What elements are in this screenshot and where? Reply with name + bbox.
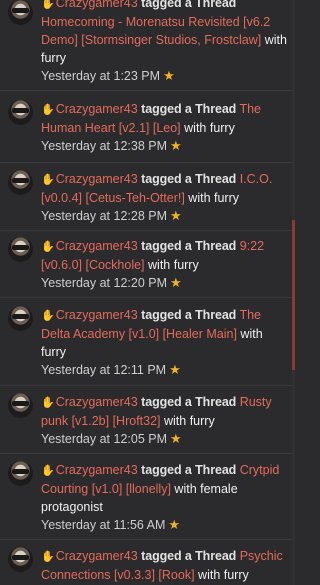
item-text: ✋Crazygamer43 tagged a Thread The Human …: [41, 100, 288, 137]
user-badge-icon: ✋: [41, 465, 55, 477]
user-badge-icon: ✋: [41, 104, 55, 116]
action-text: tagged a Thread: [141, 463, 237, 477]
timestamp[interactable]: Yesterday at 12:20 PM: [41, 276, 167, 290]
avatar[interactable]: [8, 547, 33, 572]
avatar[interactable]: [8, 100, 33, 125]
username-link[interactable]: Crazygamer43: [56, 395, 138, 409]
item-text: ✋Crazygamer43 tagged a Thread 9:22 [v0.6…: [41, 237, 288, 274]
action-text: tagged a Thread: [141, 239, 237, 253]
username-link[interactable]: Crazygamer43: [56, 549, 138, 563]
tag-text: with furry: [188, 191, 239, 205]
list-item: ✋Crazygamer43 tagged a Thread Rusty punk…: [0, 393, 292, 448]
timestamp[interactable]: Yesterday at 12:38 PM: [41, 139, 167, 153]
divider: [0, 230, 292, 231]
thread-link[interactable]: Homecoming - Morenatsu Revisited [v6.2 D…: [41, 15, 270, 47]
timestamp[interactable]: Yesterday at 12:11 PM: [41, 363, 166, 377]
divider: [0, 297, 292, 298]
user-badge-icon: ✋: [41, 174, 55, 186]
timestamp-row: Yesterday at 12:28 PM ★: [41, 207, 288, 225]
username-link[interactable]: Crazygamer43: [56, 308, 138, 322]
list-item: ✋Crazygamer43 tagged a Thread Homecoming…: [0, 0, 292, 85]
tag-text: with furry: [184, 121, 235, 135]
avatar[interactable]: [8, 461, 33, 486]
user-badge-icon: ✋: [41, 551, 55, 563]
item-text: ✋Crazygamer43 tagged a Thread Psychic Co…: [41, 547, 288, 584]
avatar[interactable]: [8, 237, 33, 262]
timestamp[interactable]: Yesterday at 11:56 AM: [41, 518, 165, 532]
star-icon[interactable]: ★: [163, 68, 175, 83]
star-icon[interactable]: ★: [170, 275, 182, 290]
username-link[interactable]: Crazygamer43: [56, 0, 138, 10]
divider: [0, 90, 292, 91]
activity-feed: ✋Crazygamer43 tagged a Thread Homecoming…: [0, 0, 292, 585]
item-text: ✋Crazygamer43 tagged a Thread Rusty punk…: [41, 393, 288, 430]
action-text: tagged a Thread: [141, 172, 237, 186]
item-text: ✋Crazygamer43 tagged a Thread Homecoming…: [41, 0, 288, 67]
list-item: ✋Crazygamer43 tagged a Thread The Delta …: [0, 306, 292, 379]
action-text: tagged a Thread: [141, 0, 237, 10]
timestamp-row: Yesterday at 12:20 PM ★: [41, 274, 288, 292]
avatar[interactable]: [8, 306, 33, 331]
timestamp[interactable]: Yesterday at 12:05 PM: [41, 432, 167, 446]
list-item: ✋Crazygamer43 tagged a Thread I.C.O. [v0…: [0, 170, 292, 225]
scrollbar-thumb[interactable]: [292, 220, 295, 370]
divider: [0, 162, 292, 163]
list-item: ✋Crazygamer43 tagged a Thread 9:22 [v0.6…: [0, 237, 292, 292]
username-link[interactable]: Crazygamer43: [56, 239, 138, 253]
username-link[interactable]: Crazygamer43: [56, 463, 138, 477]
avatar[interactable]: [8, 393, 33, 418]
avatar[interactable]: [8, 170, 33, 195]
item-text: ✋Crazygamer43 tagged a Thread The Delta …: [41, 306, 288, 361]
divider: [0, 453, 292, 454]
user-badge-icon: ✋: [41, 241, 55, 253]
list-item: ✋Crazygamer43 tagged a Thread Psychic Co…: [0, 547, 292, 584]
star-icon[interactable]: ★: [169, 362, 181, 377]
timestamp[interactable]: Yesterday at 12:28 PM: [41, 209, 167, 223]
item-text: ✋Crazygamer43 tagged a Thread Crytpid Co…: [41, 461, 288, 516]
star-icon[interactable]: ★: [170, 208, 182, 223]
timestamp-row: Yesterday at 12:05 PM ★: [41, 430, 288, 448]
star-icon[interactable]: ★: [170, 431, 182, 446]
list-item: ✋Crazygamer43 tagged a Thread The Human …: [0, 100, 292, 155]
timestamp-row: Yesterday at 1:23 PM ★: [41, 67, 288, 85]
tag-text: with furry: [198, 568, 249, 582]
timestamp[interactable]: Yesterday at 1:23 PM: [41, 69, 160, 83]
tag-text: with furry: [148, 258, 199, 272]
timestamp-row: Yesterday at 11:56 AM ★: [41, 516, 288, 534]
item-text: ✋Crazygamer43 tagged a Thread I.C.O. [v0…: [41, 170, 288, 207]
user-badge-icon: ✋: [41, 397, 55, 409]
action-text: tagged a Thread: [141, 308, 237, 322]
action-text: tagged a Thread: [141, 102, 237, 116]
timestamp-row: Yesterday at 12:11 PM ★: [41, 361, 288, 379]
list-item: ✋Crazygamer43 tagged a Thread Crytpid Co…: [0, 461, 292, 534]
timestamp-row: Yesterday at 12:38 PM ★: [41, 137, 288, 155]
tag-text: with furry: [164, 414, 215, 428]
username-link[interactable]: Crazygamer43: [56, 172, 138, 186]
username-link[interactable]: Crazygamer43: [56, 102, 138, 116]
avatar[interactable]: [8, 0, 33, 25]
star-icon[interactable]: ★: [170, 138, 182, 153]
action-text: tagged a Thread: [141, 549, 237, 563]
divider: [0, 385, 292, 386]
star-icon[interactable]: ★: [168, 517, 180, 532]
divider: [0, 539, 292, 540]
user-badge-icon: ✋: [41, 310, 55, 322]
action-text: tagged a Thread: [141, 395, 237, 409]
user-badge-icon: ✋: [41, 0, 55, 10]
